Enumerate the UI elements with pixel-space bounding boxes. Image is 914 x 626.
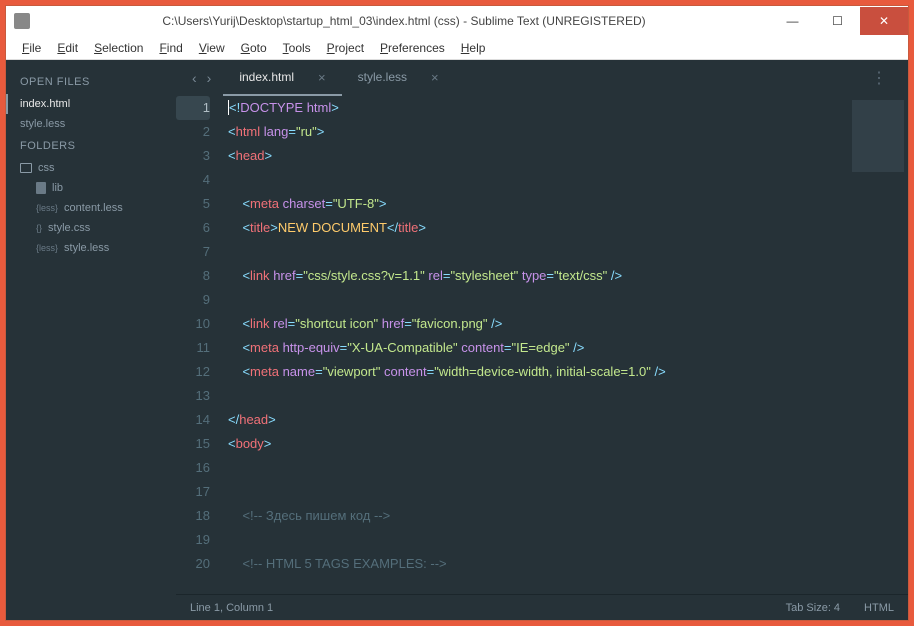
statusbar: Line 1, Column 1 Tab Size: 4 HTML bbox=[176, 594, 908, 620]
nav-forward-icon[interactable]: › bbox=[207, 70, 212, 86]
status-cursor[interactable]: Line 1, Column 1 bbox=[190, 602, 273, 614]
line-number[interactable]: 7 bbox=[176, 240, 210, 264]
code-line[interactable]: <!-- HTML 5 TAGS EXAMPLES: --> bbox=[228, 552, 840, 576]
tabbar: ‹ › index.html × style.less × ⋮ bbox=[176, 60, 908, 96]
app-icon bbox=[14, 13, 30, 29]
code-line[interactable] bbox=[228, 288, 840, 312]
tab-label: index.html bbox=[239, 70, 294, 84]
menubar: FileEditSelectionFindViewGotoToolsProjec… bbox=[6, 36, 908, 60]
line-number[interactable]: 3 bbox=[176, 144, 210, 168]
menu-goto[interactable]: Goto bbox=[233, 41, 275, 55]
code-line[interactable]: <!DOCTYPE html> bbox=[228, 96, 840, 120]
minimap[interactable] bbox=[848, 96, 908, 594]
line-number[interactable]: 15 bbox=[176, 432, 210, 456]
line-number[interactable]: 19 bbox=[176, 528, 210, 552]
line-number[interactable]: 14 bbox=[176, 408, 210, 432]
status-tabsize[interactable]: Tab Size: 4 bbox=[786, 602, 840, 614]
sidebar: OPEN FILES index.htmlstyle.less FOLDERS … bbox=[6, 60, 176, 620]
line-number[interactable]: 6 bbox=[176, 216, 210, 240]
folder-root-label: css bbox=[38, 162, 55, 174]
minimap-content bbox=[852, 100, 904, 280]
code-line[interactable]: <title>NEW DOCUMENT</title> bbox=[228, 216, 840, 240]
file-type-badge: {less} bbox=[36, 203, 58, 213]
folder-root[interactable]: css bbox=[6, 158, 176, 178]
code-line[interactable]: <html lang="ru"> bbox=[228, 120, 840, 144]
window-title: C:\Users\Yurij\Desktop\startup_html_03\i… bbox=[38, 14, 770, 28]
file-item[interactable]: {less} style.less bbox=[6, 238, 176, 258]
code-area[interactable]: <!DOCTYPE html><html lang="ru"><head> <m… bbox=[220, 96, 848, 594]
close-button[interactable]: ✕ bbox=[860, 7, 908, 35]
menu-help[interactable]: Help bbox=[453, 41, 494, 55]
menu-edit[interactable]: Edit bbox=[49, 41, 86, 55]
menu-tools[interactable]: Tools bbox=[275, 41, 319, 55]
folder-item[interactable]: lib bbox=[6, 178, 176, 198]
line-number[interactable]: 2 bbox=[176, 120, 210, 144]
status-lang[interactable]: HTML bbox=[864, 602, 894, 614]
menu-preferences[interactable]: Preferences bbox=[372, 41, 453, 55]
code-line[interactable]: <meta http-equiv="X-UA-Compatible" conte… bbox=[228, 336, 840, 360]
line-number[interactable]: 10 bbox=[176, 312, 210, 336]
app-window: C:\Users\Yurij\Desktop\startup_html_03\i… bbox=[5, 5, 909, 621]
editor[interactable]: 1234567891011121314151617181920 <!DOCTYP… bbox=[176, 96, 908, 594]
code-line[interactable]: <!-- Здесь пишем код --> bbox=[228, 504, 840, 528]
code-line[interactable] bbox=[228, 384, 840, 408]
tab-label: style.less bbox=[358, 70, 407, 84]
line-number[interactable]: 5 bbox=[176, 192, 210, 216]
tab-close-icon[interactable]: × bbox=[318, 70, 326, 85]
folder-icon bbox=[36, 182, 46, 194]
file-item[interactable]: {} style.css bbox=[6, 218, 176, 238]
tab[interactable]: index.html × bbox=[223, 60, 341, 96]
gutter: 1234567891011121314151617181920 bbox=[176, 96, 220, 594]
file-type-badge: {less} bbox=[36, 243, 58, 253]
openfile-item[interactable]: style.less bbox=[6, 114, 176, 134]
menu-find[interactable]: Find bbox=[151, 41, 190, 55]
file-item[interactable]: {less} content.less bbox=[6, 198, 176, 218]
code-line[interactable]: <head> bbox=[228, 144, 840, 168]
file-type-badge: {} bbox=[36, 223, 42, 233]
code-line[interactable]: <link href="css/style.css?v=1.1" rel="st… bbox=[228, 264, 840, 288]
openfile-item[interactable]: index.html bbox=[6, 94, 176, 114]
folder-icon bbox=[20, 163, 32, 173]
folders-heading: FOLDERS bbox=[6, 134, 176, 158]
code-line[interactable] bbox=[228, 480, 840, 504]
line-number[interactable]: 20 bbox=[176, 552, 210, 576]
line-number[interactable]: 1 bbox=[176, 96, 210, 120]
line-number[interactable]: 17 bbox=[176, 480, 210, 504]
menu-selection[interactable]: Selection bbox=[86, 41, 151, 55]
code-line[interactable]: </head> bbox=[228, 408, 840, 432]
tab[interactable]: style.less × bbox=[342, 60, 455, 96]
minimize-button[interactable]: — bbox=[770, 7, 815, 35]
code-line[interactable] bbox=[228, 240, 840, 264]
overflow-menu-icon[interactable]: ⋮ bbox=[871, 68, 900, 88]
line-number[interactable]: 13 bbox=[176, 384, 210, 408]
code-line[interactable]: <meta charset="UTF-8"> bbox=[228, 192, 840, 216]
line-number[interactable]: 9 bbox=[176, 288, 210, 312]
code-line[interactable]: <link rel="shortcut icon" href="favicon.… bbox=[228, 312, 840, 336]
openfiles-heading: OPEN FILES bbox=[6, 70, 176, 94]
line-number[interactable]: 8 bbox=[176, 264, 210, 288]
menu-project[interactable]: Project bbox=[319, 41, 372, 55]
code-line[interactable] bbox=[228, 456, 840, 480]
line-number[interactable]: 18 bbox=[176, 504, 210, 528]
code-line[interactable] bbox=[228, 168, 840, 192]
line-number[interactable]: 16 bbox=[176, 456, 210, 480]
menu-view[interactable]: View bbox=[191, 41, 233, 55]
menu-file[interactable]: File bbox=[14, 41, 49, 55]
code-line[interactable] bbox=[228, 528, 840, 552]
nav-back-icon[interactable]: ‹ bbox=[192, 70, 197, 86]
line-number[interactable]: 12 bbox=[176, 360, 210, 384]
maximize-button[interactable]: ☐ bbox=[815, 7, 860, 35]
line-number[interactable]: 11 bbox=[176, 336, 210, 360]
titlebar[interactable]: C:\Users\Yurij\Desktop\startup_html_03\i… bbox=[6, 6, 908, 36]
code-line[interactable]: <body> bbox=[228, 432, 840, 456]
tab-close-icon[interactable]: × bbox=[431, 70, 439, 85]
line-number[interactable]: 4 bbox=[176, 168, 210, 192]
code-line[interactable]: <meta name="viewport" content="width=dev… bbox=[228, 360, 840, 384]
